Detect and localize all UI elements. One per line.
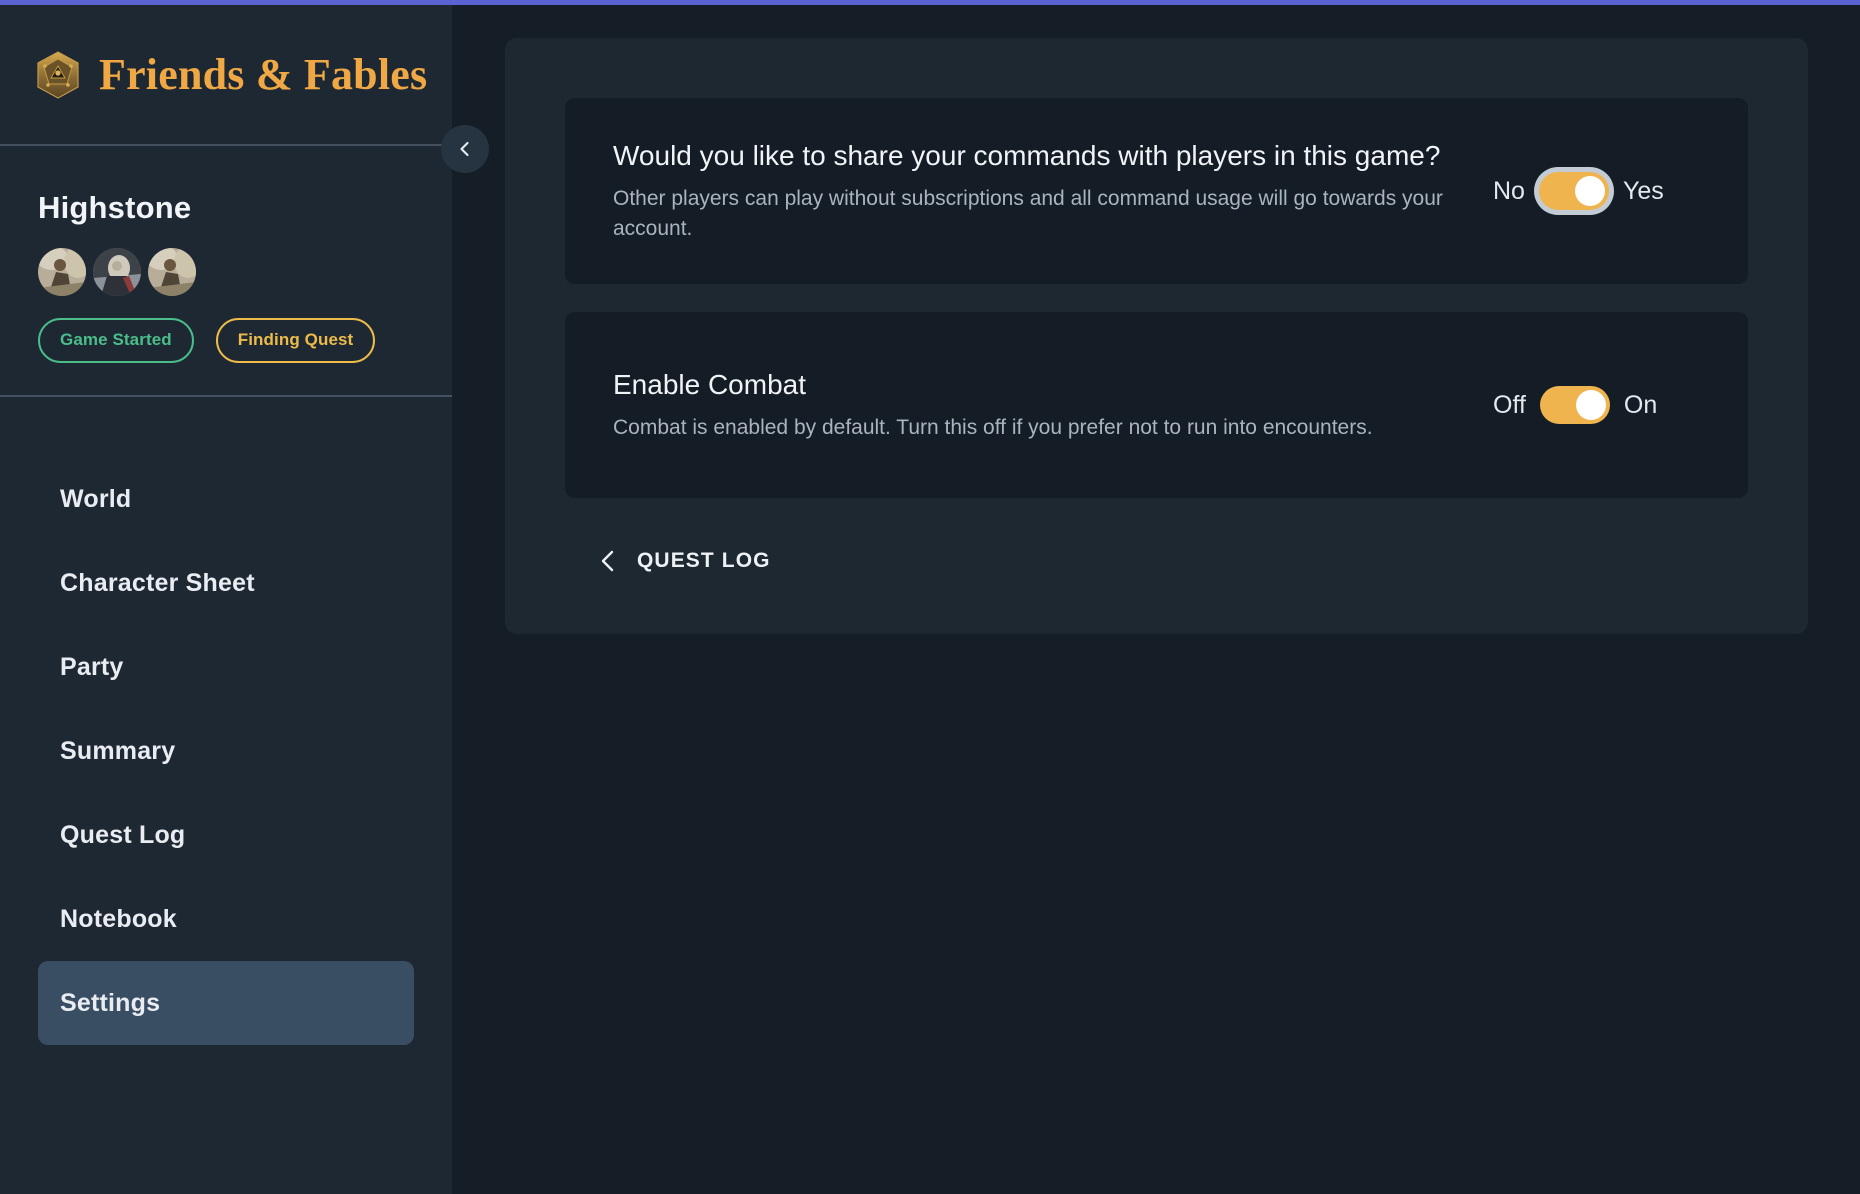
toggle-off-label: No [1493, 176, 1525, 205]
back-to-quest-log-link[interactable]: QUEST LOG [565, 548, 771, 574]
main-content: Would you like to share your commands wi… [452, 5, 1860, 1194]
setting-title: Would you like to share your commands wi… [613, 139, 1441, 171]
setting-title: Enable Combat [613, 368, 807, 400]
setting-description: Other players can play without subscript… [613, 186, 1443, 240]
setting-description: Combat is enabled by default. Turn this … [613, 415, 1373, 439]
setting-text-block: Enable Combat Combat is enabled by defau… [613, 367, 1493, 443]
sidebar-item-label: Notebook [60, 904, 177, 933]
share-commands-toggle-group: No Yes [1493, 172, 1664, 210]
chevron-left-icon [460, 141, 469, 157]
sidebar-item-character-sheet[interactable]: Character Sheet [38, 541, 414, 625]
toggle-off-label: Off [1493, 390, 1526, 419]
sidebar-item-world[interactable]: World [38, 457, 414, 541]
sidebar-nav: World Character Sheet Party Summary Ques… [0, 397, 452, 1045]
brand-title: Friends & Fables [99, 50, 428, 99]
sidebar: Friends & Fables Highstone Game Started … [0, 5, 452, 1194]
enable-combat-toggle[interactable] [1539, 386, 1610, 424]
brand-header[interactable]: Friends & Fables [0, 5, 452, 144]
sidebar-item-label: Quest Log [60, 820, 186, 849]
game-summary: Highstone Game Started Finding Quest [0, 146, 452, 395]
game-title: Highstone [38, 190, 192, 225]
sidebar-item-label: Party [60, 652, 124, 681]
sidebar-collapse-button[interactable] [441, 125, 489, 173]
sidebar-item-notebook[interactable]: Notebook [38, 877, 414, 961]
party-member-avatar-3[interactable] [148, 248, 196, 296]
sidebar-item-summary[interactable]: Summary [38, 709, 414, 793]
party-avatars [38, 248, 419, 296]
share-commands-toggle[interactable] [1538, 172, 1609, 210]
status-badge-game-started: Game Started [38, 318, 194, 363]
sidebar-item-quest-log[interactable]: Quest Log [38, 793, 414, 877]
settings-panel: Would you like to share your commands wi… [505, 38, 1808, 634]
sidebar-item-settings[interactable]: Settings [38, 961, 414, 1045]
toggle-knob [1574, 176, 1605, 206]
party-member-avatar-1[interactable] [38, 248, 86, 296]
sidebar-item-label: Settings [60, 988, 161, 1017]
setting-card-share-commands: Would you like to share your commands wi… [565, 98, 1748, 284]
chevron-left-icon [601, 550, 614, 572]
top-accent-bar [0, 0, 1860, 5]
setting-card-enable-combat: Enable Combat Combat is enabled by defau… [565, 312, 1748, 498]
toggle-knob [1575, 390, 1606, 420]
status-badges: Game Started Finding Quest [38, 318, 419, 363]
back-link-label: QUEST LOG [637, 549, 771, 572]
sidebar-item-party[interactable]: Party [38, 625, 414, 709]
toggle-on-label: On [1623, 390, 1658, 419]
party-member-avatar-2[interactable] [93, 248, 141, 296]
sidebar-item-label: Summary [60, 736, 176, 765]
sidebar-item-label: World [60, 484, 132, 513]
status-badge-finding-quest: Finding Quest [215, 318, 376, 363]
setting-text-block: Would you like to share your commands wi… [613, 138, 1493, 245]
d20-dice-icon [37, 50, 79, 99]
toggle-on-label: Yes [1622, 176, 1664, 205]
enable-combat-toggle-group: Off On [1493, 386, 1657, 424]
sidebar-item-label: Character Sheet [60, 568, 255, 597]
